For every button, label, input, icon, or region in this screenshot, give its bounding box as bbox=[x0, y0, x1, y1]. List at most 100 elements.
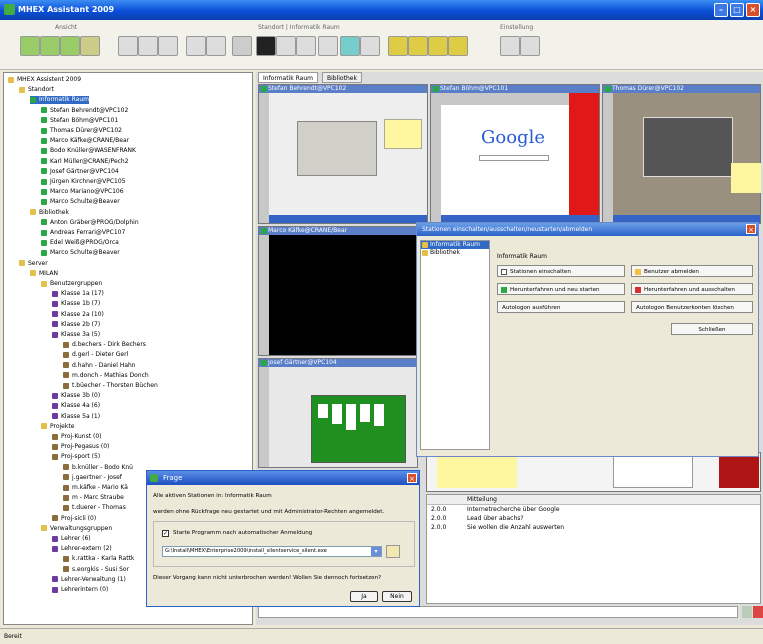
list-item[interactable]: Informatik Raum bbox=[421, 241, 489, 249]
tree-item[interactable]: m.käfke - Mario Kä bbox=[63, 484, 128, 492]
tree-item[interactable]: Projekte bbox=[41, 423, 74, 431]
close-window-button[interactable]: × bbox=[746, 3, 760, 17]
toolbar-button[interactable] bbox=[138, 36, 158, 56]
tree-item[interactable]: MILAN bbox=[30, 270, 58, 278]
toolbar-button[interactable] bbox=[520, 36, 540, 56]
tree-item[interactable]: s.eorgkis - Susi Sor bbox=[63, 566, 129, 574]
toolbar-button[interactable] bbox=[340, 36, 360, 56]
tree-item[interactable]: t.duerer - Thomas bbox=[63, 504, 126, 512]
yes-button[interactable]: Ja bbox=[350, 591, 378, 602]
tree-item[interactable]: Bibliothek bbox=[30, 209, 69, 217]
toolbar-button[interactable] bbox=[118, 36, 138, 56]
autostart-checkbox[interactable]: ✓ bbox=[162, 530, 169, 537]
tree-item[interactable]: d.bechers - Dirk Bechers bbox=[63, 341, 146, 349]
location-list[interactable]: Informatik Raum Bibliothek bbox=[420, 240, 490, 450]
toolbar-button[interactable] bbox=[388, 36, 408, 56]
tree-item[interactable]: Proj-Pegasus (0) bbox=[52, 443, 109, 451]
chevron-down-icon[interactable]: ▾ bbox=[371, 547, 381, 556]
station-monitor[interactable]: Stefan Behrendt@VPC102 bbox=[258, 84, 428, 224]
message-input[interactable] bbox=[258, 606, 738, 618]
station-monitor-strip[interactable] bbox=[426, 452, 761, 492]
restart-button[interactable]: Herunterfahren und neu starten bbox=[497, 283, 625, 295]
tree-item[interactable]: Standort bbox=[19, 86, 54, 94]
tree-item[interactable]: Anton Gräber@PROG/Dolphin bbox=[41, 219, 139, 227]
tree-item[interactable]: k.rattka - Karla Rattk bbox=[63, 555, 134, 563]
toolbar-button[interactable] bbox=[408, 36, 428, 56]
maximize-button[interactable]: □ bbox=[730, 3, 744, 17]
tree-item[interactable]: b.knüller - Bodo Knü bbox=[63, 464, 133, 472]
tree-item[interactable]: Server bbox=[19, 260, 48, 268]
list-item[interactable]: Bibliothek bbox=[421, 249, 489, 257]
tree-item[interactable]: Lehrerintern (0) bbox=[52, 586, 108, 594]
stations-on-button[interactable]: Stationen einschalten bbox=[497, 265, 625, 277]
tree-item[interactable]: Marco Schulte@Beaver bbox=[41, 198, 120, 206]
station-monitor[interactable]: Stefan Böhm@VPC101 Google bbox=[430, 84, 600, 224]
logoff-button[interactable]: Benutzer abmelden bbox=[631, 265, 753, 277]
no-button[interactable]: Nein bbox=[382, 591, 412, 602]
tree-item-selected[interactable]: Informatik Raum bbox=[30, 96, 90, 105]
toolbar-button[interactable] bbox=[448, 36, 468, 56]
tree-item[interactable]: Proj-Kunst (0) bbox=[52, 433, 101, 441]
tree-item[interactable]: Lehrer-extern (2) bbox=[52, 545, 112, 553]
tree-item[interactable]: Josef Gärtner@VPC104 bbox=[41, 168, 119, 176]
toolbar-button[interactable] bbox=[232, 36, 252, 56]
station-toolbar[interactable] bbox=[259, 93, 269, 223]
tree-item[interactable]: j.gaertner - Josef bbox=[63, 474, 122, 482]
close-button[interactable]: Schließen bbox=[671, 323, 753, 335]
toolbar-button[interactable] bbox=[206, 36, 226, 56]
table-row[interactable]: 2.0.0 Internetrecherche über Google bbox=[427, 505, 760, 514]
tree-item[interactable]: Stefan Behrendt@VPC102 bbox=[41, 107, 128, 115]
tree-item[interactable]: d.gerl - Dieter Gerl bbox=[63, 351, 128, 359]
tree-item[interactable]: m - Marc Straube bbox=[63, 494, 124, 502]
clear-icon[interactable] bbox=[753, 606, 763, 618]
tree-item[interactable]: Klasse 5a (1) bbox=[52, 413, 100, 421]
tree-item[interactable]: Klasse 1b (7) bbox=[52, 300, 100, 308]
tab-informatik-raum[interactable]: Informatik Raum bbox=[258, 72, 319, 83]
tree-item[interactable]: Klasse 4a (6) bbox=[52, 402, 100, 410]
tree-item[interactable]: Klasse 3a (5) bbox=[52, 331, 100, 339]
toolbar-button[interactable] bbox=[80, 36, 100, 56]
table-row[interactable]: 2.0.0 Lead über abachs? bbox=[427, 514, 760, 523]
table-row[interactable]: 2.0.0 Sie wollen die Anzahl auswerten bbox=[427, 523, 760, 532]
send-icon[interactable] bbox=[742, 606, 752, 618]
station-toolbar[interactable] bbox=[603, 93, 613, 223]
tree-item[interactable]: Karl Müller@CRANE/Pech2 bbox=[41, 158, 129, 166]
tree-item[interactable]: Edel Weiß@PROG/Orca bbox=[41, 239, 119, 247]
station-monitor[interactable]: Josef Gärtner@VPC104 bbox=[258, 358, 418, 468]
tree-item[interactable]: Jürgen Kirchner@VPC105 bbox=[41, 178, 126, 186]
tree-item[interactable]: Klasse 2b (7) bbox=[52, 321, 100, 329]
tree-item[interactable]: MHEX Assistent 2009 bbox=[8, 76, 81, 84]
tree-item[interactable]: Proj-sport (5) bbox=[52, 453, 100, 461]
browse-folder-icon[interactable] bbox=[386, 545, 400, 558]
toolbar-button[interactable] bbox=[296, 36, 316, 56]
minimize-button[interactable]: – bbox=[714, 3, 728, 17]
station-monitor[interactable]: Thomas Dürer@VPC102 bbox=[602, 84, 761, 224]
station-monitor[interactable]: Marco Käfke@CRANE/Bear bbox=[258, 226, 418, 356]
toolbar-button[interactable] bbox=[186, 36, 206, 56]
shutdown-button[interactable]: Herunterfahren und ausschalten bbox=[631, 283, 753, 295]
toolbar-button[interactable] bbox=[360, 36, 380, 56]
toolbar-button[interactable] bbox=[40, 36, 60, 56]
autologon-button[interactable]: Autologon ausführen bbox=[497, 301, 625, 313]
tab-bibliothek[interactable]: Bibliothek bbox=[322, 72, 362, 83]
clear-autologon-button[interactable]: Autologon Benutzerkonten löschen bbox=[631, 301, 753, 313]
tree-item[interactable]: Marco Käfke@CRANE/Bear bbox=[41, 137, 129, 145]
station-toolbar[interactable] bbox=[259, 367, 269, 467]
toolbar-button[interactable] bbox=[60, 36, 80, 56]
toolbar-button[interactable] bbox=[428, 36, 448, 56]
tree-item[interactable]: Lehrer (6) bbox=[52, 535, 91, 543]
tree-item[interactable]: Marco Schulte@Beaver bbox=[41, 249, 120, 257]
tree-item[interactable]: Thomas Dürer@VPC102 bbox=[41, 127, 122, 135]
toolbar-button[interactable] bbox=[20, 36, 40, 56]
tree-item[interactable]: m.donch - Mathias Donch bbox=[63, 372, 149, 380]
tree-item[interactable]: Andreas Ferrari@VPC107 bbox=[41, 229, 125, 237]
tree-item[interactable]: Lehrer-Verwaltung (1) bbox=[52, 576, 126, 584]
tree-item[interactable]: Klasse 3b (0) bbox=[52, 392, 100, 400]
tree-item[interactable]: Benutzergruppen bbox=[41, 280, 102, 288]
tree-item[interactable]: d.hahn - Daniel Hahn bbox=[63, 362, 136, 370]
station-toolbar[interactable] bbox=[431, 93, 441, 223]
tree-item[interactable]: Verwaltungsgruppen bbox=[41, 525, 112, 533]
station-toolbar[interactable] bbox=[259, 235, 269, 355]
tree-item[interactable]: Proj-sicli (0) bbox=[52, 515, 96, 523]
tree-item[interactable]: Marco Mariano@VPC106 bbox=[41, 188, 124, 196]
